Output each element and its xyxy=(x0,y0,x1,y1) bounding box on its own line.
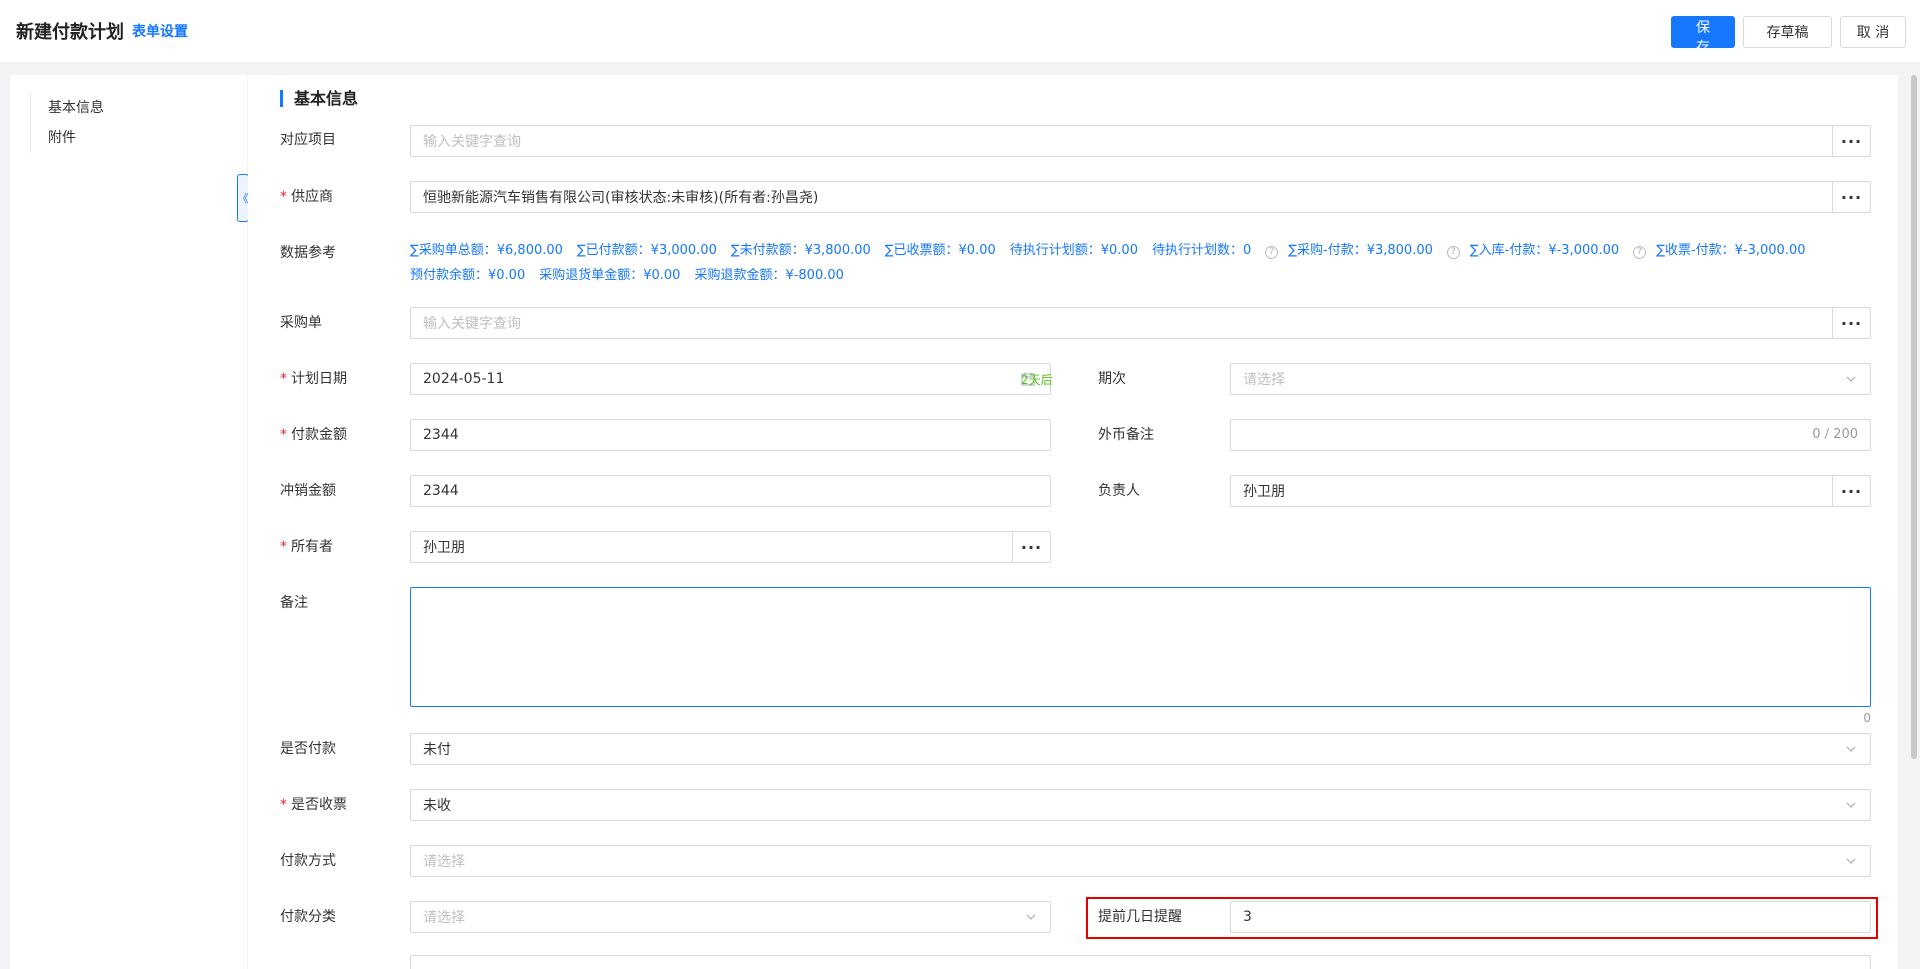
remark-label: 备注 xyxy=(280,595,308,611)
more-icon[interactable]: ··· xyxy=(1832,182,1870,212)
cancel-button[interactable]: 取 消 xyxy=(1840,16,1906,48)
project-label: 对应项目 xyxy=(280,132,336,148)
paid-value: 未付 xyxy=(423,742,451,758)
header-actions: 保 存 存草稿 取 消 xyxy=(1671,16,1906,56)
chevron-left-icon: 《 xyxy=(237,192,249,205)
period-placeholder: 请选择 xyxy=(1243,372,1285,388)
paid-select[interactable]: 未付 xyxy=(410,733,1871,765)
ref-pending-plan-count: 待执行计划数：0 xyxy=(1151,243,1252,258)
reminder-value: 3 xyxy=(1243,909,1252,925)
more-icon[interactable]: ··· xyxy=(1832,126,1870,156)
section-title: 基本信息 xyxy=(280,90,358,107)
scrollbar[interactable] xyxy=(1911,75,1917,759)
plan-date-label: * 计划日期 xyxy=(280,371,347,387)
purchase-order-placeholder: 输入关键字查询 xyxy=(423,316,521,332)
reference-values: ∑采购单总额：¥6,800.00 ∑已付款额：¥3,000.00 ∑未付款额：¥3,… xyxy=(410,238,1830,288)
period-select[interactable]: 请选择 xyxy=(1230,363,1871,395)
ref-refund-amount: 采购退款金额：¥-800.00 xyxy=(694,268,844,283)
foreign-note-label: 外币备注 xyxy=(1098,427,1154,443)
plan-date-picker[interactable]: 2024-05-11 xyxy=(410,363,1051,395)
supplier-label: * 供应商 xyxy=(280,189,333,205)
more-icon[interactable]: ··· xyxy=(1832,476,1870,506)
owner-input[interactable]: 孙卫朋 ··· xyxy=(410,531,1051,563)
sidebar-list: 基本信息 附件 xyxy=(30,93,104,153)
category-label: 付款分类 xyxy=(280,909,336,925)
ref-prepay-balance: 预付款余额：¥0.00 xyxy=(410,268,526,283)
writeoff-input[interactable]: 2344 xyxy=(410,475,1051,507)
ref-return-order-amount: 采购退货单金额：¥0.00 xyxy=(539,268,681,283)
owner-value: 孙卫朋 xyxy=(423,540,465,556)
chevron-down-icon xyxy=(1026,914,1036,920)
chevron-down-icon xyxy=(1846,376,1856,382)
save-button[interactable]: 保 存 xyxy=(1671,16,1735,56)
ref-purchase-minus-paid: ∑采购-付款：¥3,800.00 xyxy=(1288,243,1433,258)
save-draft-button[interactable]: 存草稿 xyxy=(1743,16,1832,48)
method-label: 付款方式 xyxy=(280,853,336,869)
more-icon[interactable]: ··· xyxy=(1012,532,1050,562)
project-placeholder: 输入关键字查询 xyxy=(423,134,521,150)
writeoff-label: 冲销金额 xyxy=(280,483,336,499)
page-header: 新建付款计划 表单设置 保 存 存草稿 取 消 xyxy=(0,0,1920,62)
invoice-value: 未收 xyxy=(423,798,451,814)
manager-value: 孙卫朋 xyxy=(1243,484,1285,500)
paid-label: 是否付款 xyxy=(280,741,336,757)
method-placeholder: 请选择 xyxy=(423,854,465,870)
owner-label: * 所有者 xyxy=(280,539,333,555)
manager-label: 负责人 xyxy=(1098,483,1140,499)
chevron-down-icon xyxy=(1846,802,1856,808)
supplier-value: 恒驰新能源汽车销售有限公司(审核状态:未审核)(所有者:孙昌尧) xyxy=(423,190,819,206)
purchase-order-label: 采购单 xyxy=(280,315,322,331)
help-icon[interactable]: ? xyxy=(1446,246,1460,259)
invoice-label: * 是否收票 xyxy=(280,797,347,813)
chevron-down-icon xyxy=(1846,746,1856,752)
sidebar-item-attachments[interactable]: 附件 xyxy=(48,123,104,153)
chevron-down-icon xyxy=(1846,858,1856,864)
form-panel: 基本信息 对应项目 输入关键字查询 ··· * 供应商 恒驰新能源汽车销售有限公司… xyxy=(248,75,1898,969)
help-icon[interactable]: ? xyxy=(1633,246,1647,259)
reminder-label: 提前几日提醒 xyxy=(1098,909,1182,925)
plan-date-hint: 2天后 xyxy=(1021,373,1053,387)
period-label: 期次 xyxy=(1098,371,1126,387)
next-field-partial[interactable] xyxy=(410,955,1871,969)
category-select[interactable]: 请选择 xyxy=(410,901,1051,933)
remark-textarea[interactable] xyxy=(410,587,1871,707)
form-settings-link[interactable]: 表单设置 xyxy=(132,21,188,41)
page-title: 新建付款计划 xyxy=(16,22,124,43)
ref-purchase-total: ∑采购单总额：¥6,800.00 xyxy=(410,243,563,258)
ref-invoice-minus-paid: ∑收票-付款：¥-3,000.00 xyxy=(1656,243,1806,258)
more-icon[interactable]: ··· xyxy=(1832,308,1870,338)
manager-input[interactable]: 孙卫朋 ··· xyxy=(1230,475,1871,507)
reference-label: 数据参考 xyxy=(280,245,336,261)
plan-date-value: 2024-05-11 xyxy=(423,371,505,387)
amount-label: * 付款金额 xyxy=(280,427,347,443)
category-placeholder: 请选择 xyxy=(423,910,465,926)
supplier-input[interactable]: 恒驰新能源汽车销售有限公司(审核状态:未审核)(所有者:孙昌尧) ··· xyxy=(410,181,1871,213)
ref-paid-amount: ∑已付款额：¥3,000.00 xyxy=(576,243,717,258)
method-select[interactable]: 请选择 xyxy=(410,845,1871,877)
ref-unpaid-amount: ∑未付款额：¥3,800.00 xyxy=(730,243,871,258)
invoice-select[interactable]: 未收 xyxy=(410,789,1871,821)
foreign-note-count: 0 / 200 xyxy=(1812,427,1858,442)
writeoff-value: 2344 xyxy=(423,483,459,499)
ref-stockin-minus-paid: ∑入库-付款：¥-3,000.00 xyxy=(1469,243,1620,258)
project-input[interactable]: 输入关键字查询 ··· xyxy=(410,125,1871,157)
amount-value: 2344 xyxy=(423,427,459,443)
reminder-input[interactable]: 3 xyxy=(1230,901,1871,933)
ref-pending-plan-amount: 待执行计划额：¥0.00 xyxy=(1009,243,1138,258)
foreign-note-input[interactable]: 0 / 200 xyxy=(1230,419,1871,451)
sidebar: 基本信息 附件 xyxy=(10,75,247,969)
ref-invoiced-amount: ∑已收票额：¥0.00 xyxy=(884,243,996,258)
purchase-order-input[interactable]: 输入关键字查询 ··· xyxy=(410,307,1871,339)
remark-count: 0 xyxy=(1863,711,1871,725)
amount-input[interactable]: 2344 xyxy=(410,419,1051,451)
sidebar-item-basic-info[interactable]: 基本信息 xyxy=(48,93,104,123)
help-icon[interactable]: ? xyxy=(1265,246,1279,259)
